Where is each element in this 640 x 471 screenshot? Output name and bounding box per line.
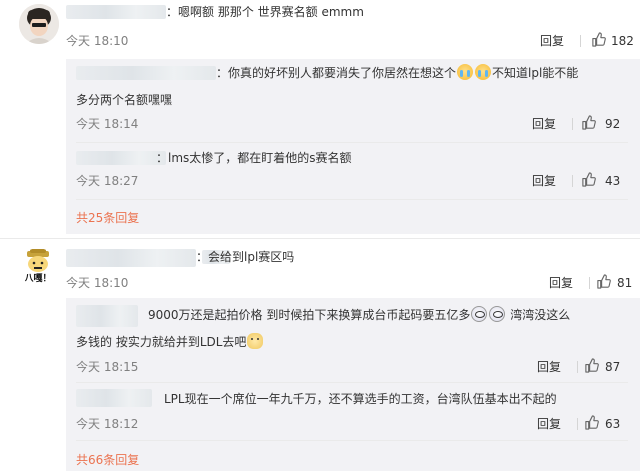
divider: [76, 142, 628, 143]
reply-text-part: 多钱的 按实力就给并到LDL去吧: [76, 335, 247, 349]
crying-face-emoji: [457, 64, 474, 80]
reply-time: 今天 18:12: [76, 417, 139, 431]
dizzy-face-emoji: [489, 306, 506, 322]
action-separator: [572, 118, 573, 130]
reply-button[interactable]: 回复: [537, 359, 561, 375]
comment-text: ：会给到lpl赛区吗: [196, 250, 295, 264]
reply-button[interactable]: 回复: [532, 173, 556, 189]
reply-text: ：lms太惨了，都在盯着他的s赛名额: [156, 151, 352, 165]
dizzy-face-emoji: [471, 306, 488, 322]
username-blurred[interactable]: [76, 66, 216, 80]
thumbs-up-icon[interactable]: [581, 172, 596, 187]
like-count: 81: [617, 276, 633, 290]
comment-divider: [0, 238, 640, 239]
action-separator: [577, 361, 578, 373]
divider: [76, 199, 628, 200]
reply-text-part: 湾湾没这么: [510, 308, 571, 322]
more-replies-link[interactable]: 共25条回复: [76, 210, 139, 226]
action-separator: [577, 418, 578, 430]
comment-text: ：嗯啊额 那那个 世界赛名额 emmm: [166, 5, 364, 19]
reply-panel: [66, 59, 640, 234]
reply-text-part: 不知道lpl能不能: [492, 66, 579, 80]
dog-face-emoji: [247, 333, 264, 349]
reply-text: 9000万还是起拍价格 到时候拍下来换算成台币起码要五亿多 湾湾没这么: [148, 306, 570, 324]
action-separator: [580, 35, 581, 47]
more-replies-link[interactable]: 共66条回复: [76, 452, 139, 468]
reply-text: LPL现在一个席位一年九千万，还不算选手的工资，台湾队伍基本出不起的: [164, 392, 557, 406]
avatar[interactable]: 八嘎！: [19, 248, 57, 286]
thumbs-up-icon[interactable]: [584, 358, 599, 373]
reply-time: 今天 18:15: [76, 360, 139, 374]
divider: [76, 440, 628, 441]
username-blurred[interactable]: [66, 5, 166, 19]
reply-button[interactable]: 回复: [532, 116, 556, 132]
like-count: 43: [605, 174, 621, 188]
comment-time: 今天 18:10: [66, 276, 129, 290]
reply-time: 今天 18:14: [76, 117, 139, 131]
reply-text: ：你真的好坏别人都要消失了你居然在想这个 不知道lpl能不能: [216, 64, 578, 82]
reply-button[interactable]: 回复: [549, 275, 573, 291]
thumbs-up-icon[interactable]: [596, 274, 611, 289]
username-blurred[interactable]: [66, 249, 196, 267]
reply-text-part: 9000万还是起拍价格 到时候拍下来换算成台币起码要五亿多: [148, 308, 471, 322]
reply-button[interactable]: 回复: [540, 33, 564, 49]
divider: [76, 382, 628, 383]
avatar-caption: 八嘎！: [24, 274, 52, 284]
username-blurred[interactable]: [76, 305, 138, 327]
reply-time: 今天 18:27: [76, 174, 139, 188]
thumbs-up-icon[interactable]: [591, 32, 606, 47]
reply-button[interactable]: 回复: [537, 416, 561, 432]
thumbs-up-icon[interactable]: [581, 115, 596, 130]
reply-text-continued: 多钱的 按实力就给并到LDL去吧: [76, 333, 264, 351]
username-blurred[interactable]: [76, 389, 152, 407]
crying-face-emoji: [475, 64, 492, 80]
action-separator: [589, 277, 590, 289]
reply-text-part: ：你真的好坏别人都要消失了你居然在想这个: [216, 66, 457, 80]
comment-time: 今天 18:10: [66, 34, 129, 48]
username-blurred[interactable]: [76, 151, 166, 165]
like-count: 87: [605, 360, 621, 374]
reply-text-continued: 多分两个名额嘿嘿: [76, 93, 173, 107]
like-count: 63: [605, 417, 621, 431]
thumbs-up-icon[interactable]: [584, 415, 599, 430]
like-count: 182: [611, 34, 634, 48]
avatar[interactable]: [19, 4, 59, 44]
action-separator: [572, 175, 573, 187]
like-count: 92: [605, 117, 621, 131]
